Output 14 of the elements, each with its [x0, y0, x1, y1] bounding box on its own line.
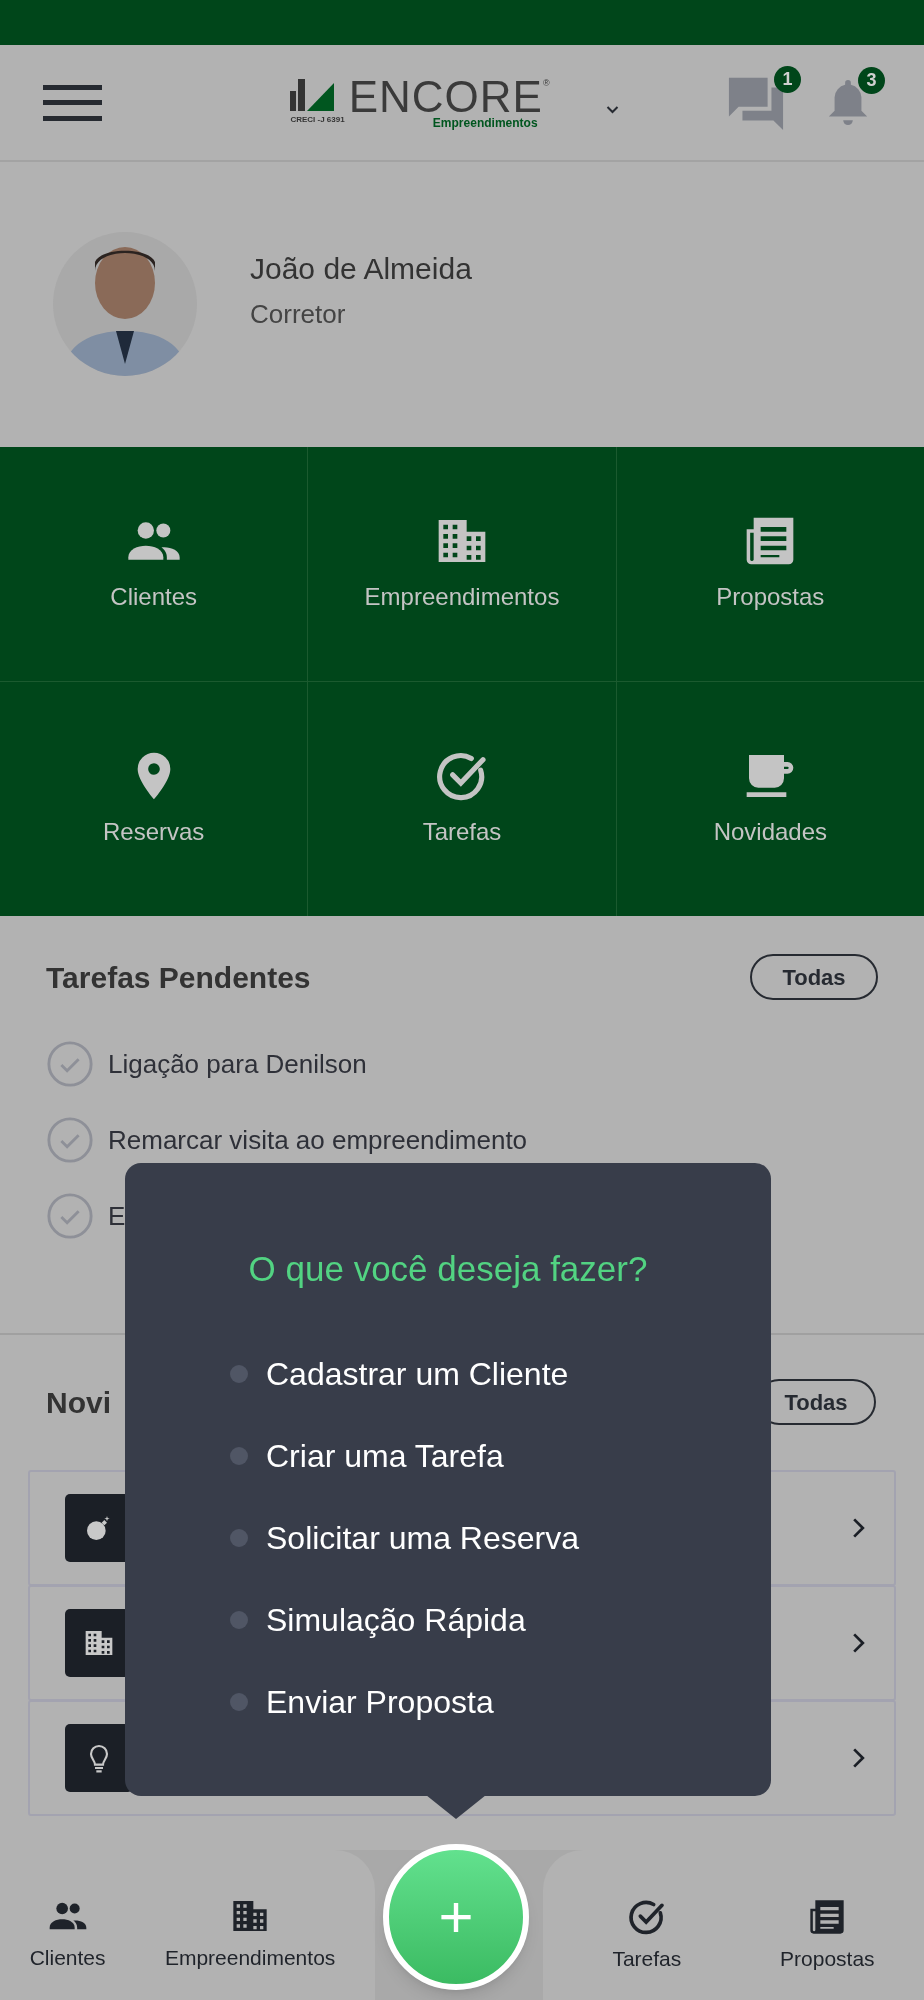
- message-count-badge: 1: [774, 65, 801, 93]
- task-text: Remarcar visita ao empreendimento: [108, 1123, 528, 1157]
- license-number: CRECI -J 6391: [290, 115, 345, 124]
- logo-wordmark: ENCORE: [348, 76, 543, 117]
- task-text: E: [108, 1199, 126, 1233]
- section-title: Tarefas Pendentes: [46, 959, 311, 996]
- notification-count-badge: 3: [858, 66, 885, 94]
- section-title: Novi: [46, 1384, 111, 1421]
- task-text: Ligação para Denilson: [108, 1047, 367, 1081]
- user-name: João de Almeida: [250, 250, 472, 287]
- user-role: Corretor: [250, 297, 347, 331]
- popup-title: O que você deseja fazer?: [247, 1248, 649, 1290]
- registered-mark: ®: [542, 76, 550, 88]
- logo-subtitle: Empreendimentos: [432, 116, 538, 129]
